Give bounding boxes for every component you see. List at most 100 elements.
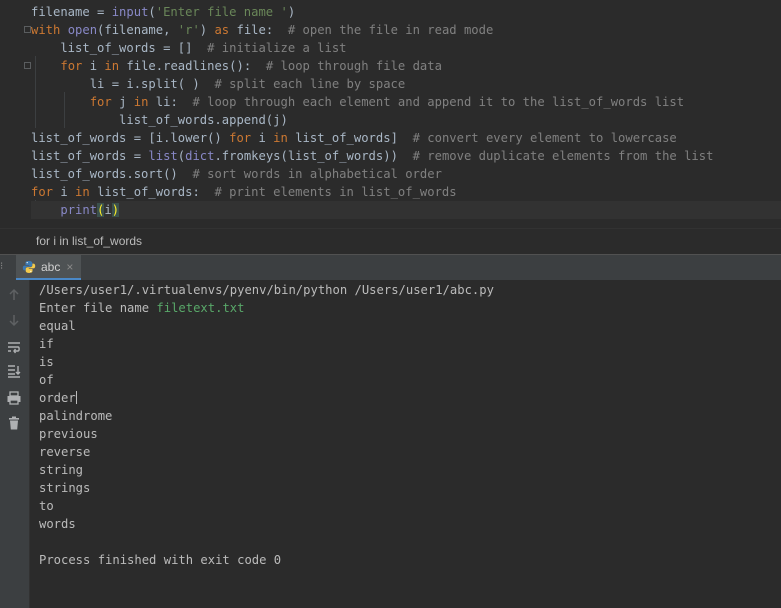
console-word-text: order — [39, 391, 76, 405]
code-token: list_of_words] — [295, 131, 413, 145]
console-output[interactable]: /Users/user1/.virtualenvs/pyenv/bin/pyth… — [30, 280, 781, 608]
code-line: list_of_words.sort() # sort words in alp… — [31, 165, 781, 183]
code-line: print(i) — [31, 201, 781, 219]
console-word-text: string — [39, 463, 84, 477]
close-icon[interactable]: × — [66, 260, 73, 274]
code-token: file: — [236, 23, 288, 37]
up-arrow-icon[interactable] — [6, 287, 22, 303]
console-word-text: reverse — [39, 445, 91, 459]
code-token: # initialize a list — [207, 41, 347, 55]
code-token: ( — [177, 149, 186, 163]
code-token: # print elements in list_of_words — [214, 185, 457, 199]
run-tab-bar: ⁝ abc × — [0, 254, 781, 281]
console-lines: /Users/user1/.virtualenvs/pyenv/bin/pyth… — [39, 281, 494, 569]
code-token: i — [258, 131, 274, 145]
code-token: list_of_words = — [31, 149, 149, 163]
console-prompt-line: Enter file name filetext.txt — [39, 299, 494, 317]
code-token: # open the file in read mode — [287, 23, 494, 37]
code-token: ) — [199, 23, 215, 37]
code-token: j — [119, 95, 134, 109]
code-line: for j in li: # loop through each element… — [31, 93, 781, 111]
code-token: as — [214, 23, 237, 37]
console-word-text: previous — [39, 427, 98, 441]
console-words-before: equal if is of order — [39, 317, 494, 407]
console-output-word: string — [39, 461, 494, 479]
console-exit-message: Process finished with exit code 0 — [39, 553, 282, 567]
code-token: print — [60, 203, 98, 217]
code-token: with — [31, 23, 68, 37]
code-editor[interactable]: filename = input('Enter file name ') with… — [0, 0, 781, 228]
code-token: list_of_words.append(j) — [31, 113, 288, 127]
code-token: ) — [111, 203, 120, 217]
code-token: # loop through file data — [265, 59, 442, 73]
console-output-word: previous — [39, 425, 494, 443]
run-tab-label: abc — [41, 259, 61, 274]
code-line: list_of_words = [i.lower() for i in list… — [31, 129, 781, 147]
code-token: 'Enter file name ' — [155, 5, 288, 19]
console-toolbar — [0, 280, 30, 608]
code-token: li: — [155, 95, 193, 109]
code-token: i — [60, 185, 76, 199]
code-token: .fromkeys(list_of_words)) — [214, 149, 413, 163]
trash-icon[interactable] — [6, 415, 22, 431]
code-line: list_of_words = list(dict.fromkeys(list_… — [31, 147, 781, 165]
console-output-word: reverse — [39, 443, 494, 461]
code-token: li = i.split( ) — [31, 77, 215, 91]
console-output-word: strings — [39, 479, 494, 497]
code-token: file.readlines(): — [126, 59, 266, 73]
console-output-word: palindrome — [39, 407, 494, 425]
code-token: # remove duplicate elements from the lis… — [412, 149, 714, 163]
console-word-text: words — [39, 517, 76, 531]
code-token: list_of_words: — [97, 185, 215, 199]
tabbar-handle-icon: ⁝ — [0, 261, 4, 272]
console-word-text: strings — [39, 481, 91, 495]
console-output-word: if — [39, 335, 494, 353]
console-output-word: equal — [39, 317, 494, 335]
code-line: for i in list_of_words: # print elements… — [31, 183, 781, 201]
code-line: with open(filename, 'r') as file: # open… — [31, 21, 781, 39]
code-token: for — [31, 185, 61, 199]
breadcrumb-bar: for i in list_of_words — [0, 228, 781, 255]
console-word-text: is — [39, 355, 54, 369]
console-command-line: /Users/user1/.virtualenvs/pyenv/bin/pyth… — [39, 283, 494, 297]
text-caret — [75, 391, 77, 404]
code-token: # loop through each element and append i… — [192, 95, 685, 109]
code-token: (filename, — [97, 23, 178, 37]
ide-window: filename = input('Enter file name ') with… — [0, 0, 781, 608]
code-token: for — [89, 95, 120, 109]
code-line: list_of_words = [] # initialize a list — [31, 39, 781, 57]
console-words-after: palindrome previous reverse string strings to… — [39, 407, 494, 533]
console-word-text: if — [39, 337, 54, 351]
console-word-text: palindrome — [39, 409, 113, 423]
code-token: open — [67, 23, 98, 37]
code-token: list_of_words.sort() — [31, 167, 193, 181]
run-tab-abc[interactable]: abc × — [16, 255, 82, 280]
down-arrow-icon[interactable] — [6, 312, 22, 328]
code-token: input — [111, 5, 149, 19]
code-token: # sort words in alphabetical order — [192, 167, 442, 181]
soft-wrap-icon[interactable] — [6, 339, 22, 355]
fold-marker-icon[interactable] — [24, 62, 31, 69]
print-icon[interactable] — [6, 390, 22, 406]
code-line: filename = input('Enter file name ') — [31, 3, 781, 21]
scroll-to-end-icon[interactable] — [6, 363, 22, 379]
fold-marker-icon[interactable] — [24, 26, 31, 33]
code-token: for — [229, 131, 259, 145]
code-lines: filename = input('Enter file name ') with… — [31, 3, 781, 219]
code-token: ) — [287, 5, 296, 19]
code-token: in — [273, 131, 296, 145]
code-line: for i in file.readlines(): # loop throug… — [31, 57, 781, 75]
breadcrumb[interactable]: for i in list_of_words — [36, 234, 142, 248]
code-token: filename = — [31, 5, 112, 19]
code-line: list_of_words.append(j) — [31, 111, 781, 129]
console-word-text: to — [39, 499, 54, 513]
code-line: li = i.split( ) # split each line by spa… — [31, 75, 781, 93]
console-output-word: is — [39, 353, 494, 371]
code-token: list_of_words = [i.lower() — [31, 131, 230, 145]
code-token: # convert every element to lowercase — [412, 131, 677, 145]
code-token: i — [89, 59, 105, 73]
